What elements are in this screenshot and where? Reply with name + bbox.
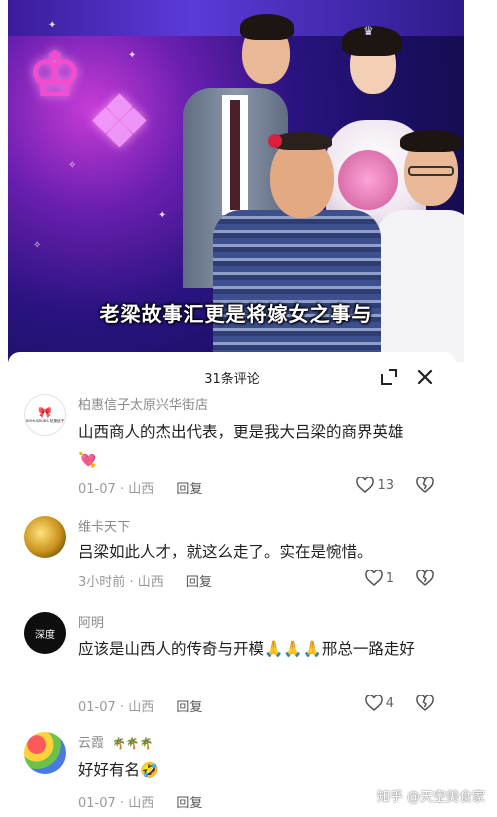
backdrop-decoration: ♔ — [28, 40, 82, 110]
heart-arrow-emoji: 💘 — [78, 451, 97, 469]
close-icon — [417, 369, 433, 385]
meta-separator: · — [119, 796, 125, 811]
dislike-button[interactable] — [416, 476, 434, 497]
like-count: 13 — [377, 477, 394, 493]
comment-meta: 3小时前 · 山西 回复 — [78, 571, 212, 590]
collapse-button[interactable] — [378, 366, 400, 388]
like-count: 4 — [385, 695, 394, 711]
watermark: 知乎 @天空美食家 — [376, 790, 485, 805]
sparkle: ✧ — [68, 160, 77, 171]
comment-item: 维卡天下 吕梁如此人才，就这么走了。实在是惋惜。 3小时前 · 山西 回复 1 — [8, 512, 456, 592]
comment-username[interactable]: 阿明 — [78, 612, 104, 631]
comment-text: 应该是山西人的传奇与开模🙏🙏🙏邢总一路走好 — [78, 640, 415, 658]
comment-username[interactable]: 云霞 🌴🌴🌴 — [78, 732, 153, 751]
dislike-button[interactable] — [416, 694, 434, 715]
comment-text: 好好有名🤣 — [78, 756, 438, 784]
comment-text: 吕梁如此人才，就这么走了。实在是惋惜。 — [78, 543, 373, 561]
meta-separator: · — [129, 575, 134, 590]
laughing-emoji: 🤣 — [140, 761, 159, 779]
avatar[interactable]: 深度 — [24, 612, 66, 654]
sparkle: ✦ — [128, 50, 137, 61]
broken-heart-icon — [416, 569, 434, 586]
comment-date: 01-07 — [78, 482, 116, 497]
comment-date: 3小时前 — [78, 575, 126, 590]
avatar[interactable] — [24, 516, 66, 558]
avatar[interactable] — [24, 732, 66, 774]
dislike-button[interactable] — [416, 569, 434, 590]
comment-text-body: 山西商人的杰出代表，更是我大吕梁的商界英雄 — [78, 423, 404, 441]
comment-item: 🎀 BOHUIZKIDS 柏惠信子 柏惠信子太原兴华街店 山西商人的杰出代表，更… — [8, 392, 456, 504]
comment-username[interactable]: 维卡天下 — [78, 516, 130, 535]
close-button[interactable] — [414, 366, 436, 388]
like-button[interactable]: 1 — [364, 570, 394, 586]
video-frame: ♔ ❖ ✦ ✦ ✧ ✦ ✧ ♛ 老梁故事汇更是将嫁女之事与 — [8, 0, 464, 362]
video-subtitle: 老梁故事汇更是将嫁女之事与 — [99, 302, 373, 326]
reply-button[interactable]: 回复 — [176, 696, 202, 715]
backdrop-decoration: ❖ — [88, 80, 151, 163]
comment-username[interactable]: 柏惠信子太原兴华街店 — [78, 394, 208, 413]
comment-date: 01-07 — [78, 796, 116, 811]
palm-tree-icon: 🌴🌴🌴 — [112, 737, 154, 750]
meta-separator: · — [119, 700, 125, 715]
bow-icon: 🎀 — [38, 405, 52, 419]
comment-sheet: 31条评论 🎀 BOHUIZKIDS 柏惠信子 柏惠信子太原兴华街店 山西商人的… — [8, 352, 456, 817]
comment-location: 山西 — [128, 482, 155, 497]
meta-separator: · — [119, 482, 125, 497]
reply-button[interactable]: 回复 — [176, 478, 202, 497]
reply-button[interactable]: 回复 — [186, 571, 212, 590]
like-button[interactable]: 13 — [356, 477, 394, 493]
comment-text-body: 好好有名 — [78, 761, 141, 779]
heart-icon — [356, 477, 375, 493]
comment-location: 山西 — [128, 796, 155, 811]
avatar-label: 深度 — [35, 629, 55, 641]
like-button[interactable]: 4 — [364, 695, 394, 711]
comment-location: 山西 — [128, 700, 155, 715]
heart-icon — [364, 570, 383, 586]
comment-meta: 01-07 · 山西 回复 — [78, 478, 202, 497]
broken-heart-icon — [416, 694, 434, 711]
sparkle: ✦ — [48, 20, 57, 31]
comment-item: 深度 阿明 应该是山西人的传奇与开模🙏🙏🙏邢总一路走好 01-07 · 山西 回… — [8, 610, 456, 720]
sparkle: ✧ — [33, 240, 42, 251]
comment-meta: 01-07 · 山西 回复 — [78, 792, 202, 811]
comment-text: 山西商人的杰出代表，更是我大吕梁的商界英雄 💘 — [78, 418, 438, 474]
comment-meta: 01-07 · 山西 回复 — [78, 696, 202, 715]
collapse-icon — [381, 369, 397, 385]
broken-heart-icon — [416, 476, 434, 493]
sparkle: ✦ — [158, 210, 167, 221]
video-player[interactable]: ♔ ❖ ✦ ✦ ✧ ✦ ✧ ♛ 老梁故事汇更是将嫁女之事与 — [0, 0, 497, 362]
heart-icon — [364, 695, 383, 711]
comment-location: 山西 — [137, 575, 164, 590]
avatar[interactable]: 🎀 BOHUIZKIDS 柏惠信子 — [24, 394, 66, 436]
like-count: 1 — [385, 570, 394, 586]
reply-button[interactable]: 回复 — [176, 792, 202, 811]
username-text: 云霞 — [78, 736, 105, 751]
comment-date: 01-07 — [78, 700, 116, 715]
comment-sheet-header: 31条评论 — [8, 364, 456, 388]
stage-backdrop — [8, 0, 464, 36]
avatar-label: BOHUIZKIDS 柏惠信子 — [25, 417, 65, 423]
